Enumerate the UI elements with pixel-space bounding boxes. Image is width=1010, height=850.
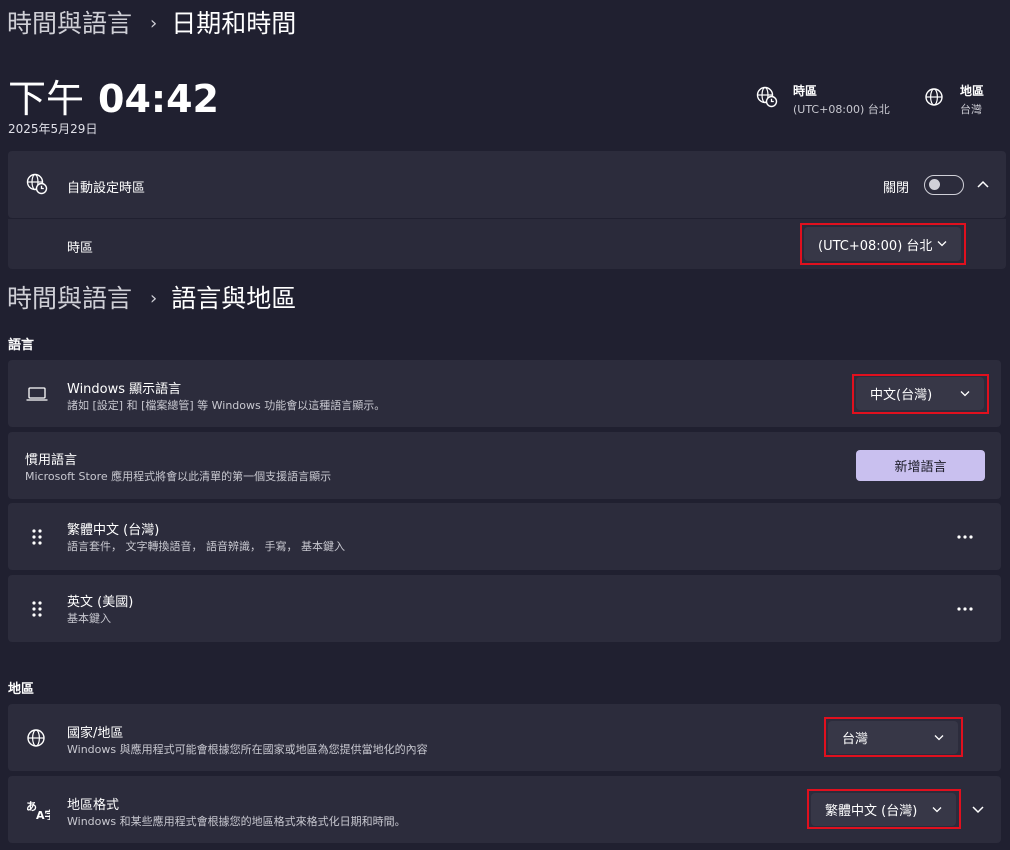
section-heading-language: 語言 xyxy=(8,338,35,353)
laptop-icon xyxy=(26,387,48,401)
highlight-box xyxy=(824,717,963,757)
highlight-box xyxy=(852,374,989,414)
chevron-down-icon[interactable] xyxy=(971,805,985,815)
breadcrumb-parent-link[interactable]: 時間與語言 xyxy=(7,9,132,38)
timezone-row-label: 時區 xyxy=(67,241,94,256)
page-title-language-region: 語言與地區 xyxy=(171,284,297,313)
timezone-info-value: (UTC+08:00) 台北 xyxy=(793,103,890,116)
drag-handle-icon[interactable] xyxy=(31,528,43,546)
auto-timezone-label: 自動設定時區 xyxy=(67,181,146,196)
language-name: 英文 (美國) xyxy=(67,595,134,610)
country-region-desc: Windows 與應用程式可能會根據您所在國家或地區為您提供當地化的內容 xyxy=(67,743,428,756)
time-value: 04:42 xyxy=(98,77,219,121)
highlight-box xyxy=(800,223,966,265)
more-options-icon[interactable] xyxy=(957,535,973,539)
display-language-desc: 諸如 [設定] 和 [檔案總管] 等 Windows 功能會以這種語言顯示。 xyxy=(67,399,386,412)
chevron-right-icon: › xyxy=(150,13,158,34)
breadcrumb-parent-link[interactable]: 時間與語言 xyxy=(7,284,132,313)
current-time: 下午 04:42 xyxy=(8,68,219,123)
drag-handle-icon[interactable] xyxy=(31,600,43,618)
region-info-value: 台灣 xyxy=(960,103,982,116)
language-features: 語言套件， 文字轉換語音， 語音辨識， 手寫， 基本鍵入 xyxy=(67,540,345,553)
language-name: 繁體中文 (台灣) xyxy=(67,523,160,538)
world-clock-icon xyxy=(26,173,48,195)
globe-icon xyxy=(27,729,45,747)
display-language-title: Windows 顯示語言 xyxy=(67,382,182,397)
chevron-up-icon[interactable] xyxy=(976,179,990,189)
world-clock-icon xyxy=(756,86,778,108)
language-list-item[interactable]: 繁體中文 (台灣) 語言套件， 文字轉換語音， 語音辨識， 手寫， 基本鍵入 xyxy=(8,503,1001,570)
add-language-button[interactable]: 新增語言 xyxy=(856,450,985,481)
time-prefix: 下午 xyxy=(8,77,85,121)
timezone-info-label: 時區 xyxy=(793,84,818,98)
svg-text:A字: A字 xyxy=(36,808,50,820)
more-options-icon[interactable] xyxy=(957,607,973,611)
breadcrumb-datetime: 時間與語言 › 日期和時間 xyxy=(7,4,296,40)
regional-format-title: 地區格式 xyxy=(67,798,120,813)
current-date: 2025年5月29日 xyxy=(8,122,98,136)
preferred-languages-card: 慣用語言 Microsoft Store 應用程式將會以此清單的第一個支援語言顯… xyxy=(8,432,1001,499)
chevron-right-icon: › xyxy=(150,288,158,309)
highlight-box xyxy=(807,789,961,829)
region-info-label: 地區 xyxy=(960,84,985,98)
preferred-languages-desc: Microsoft Store 應用程式將會以此清單的第一個支援語言顯示 xyxy=(25,470,332,483)
toggle-state-text: 關閉 xyxy=(883,181,910,196)
globe-icon xyxy=(925,88,943,106)
auto-timezone-toggle[interactable] xyxy=(924,175,964,195)
auto-timezone-card: 自動設定時區 關閉 xyxy=(8,151,1006,218)
toggle-knob xyxy=(929,179,940,190)
preferred-languages-title: 慣用語言 xyxy=(25,453,78,468)
country-region-title: 國家/地區 xyxy=(67,726,124,741)
page-title-datetime: 日期和時間 xyxy=(171,9,297,38)
regional-format-icon: あ A字 xyxy=(26,800,50,820)
language-features: 基本鍵入 xyxy=(67,612,111,625)
regional-format-desc: Windows 和某些應用程式會根據您的地區格式來格式化日期和時間。 xyxy=(67,815,406,828)
section-heading-region: 地區 xyxy=(8,682,35,697)
language-list-item[interactable]: 英文 (美國) 基本鍵入 xyxy=(8,575,1001,642)
breadcrumb-language-region: 時間與語言 › 語言與地區 xyxy=(7,279,296,315)
